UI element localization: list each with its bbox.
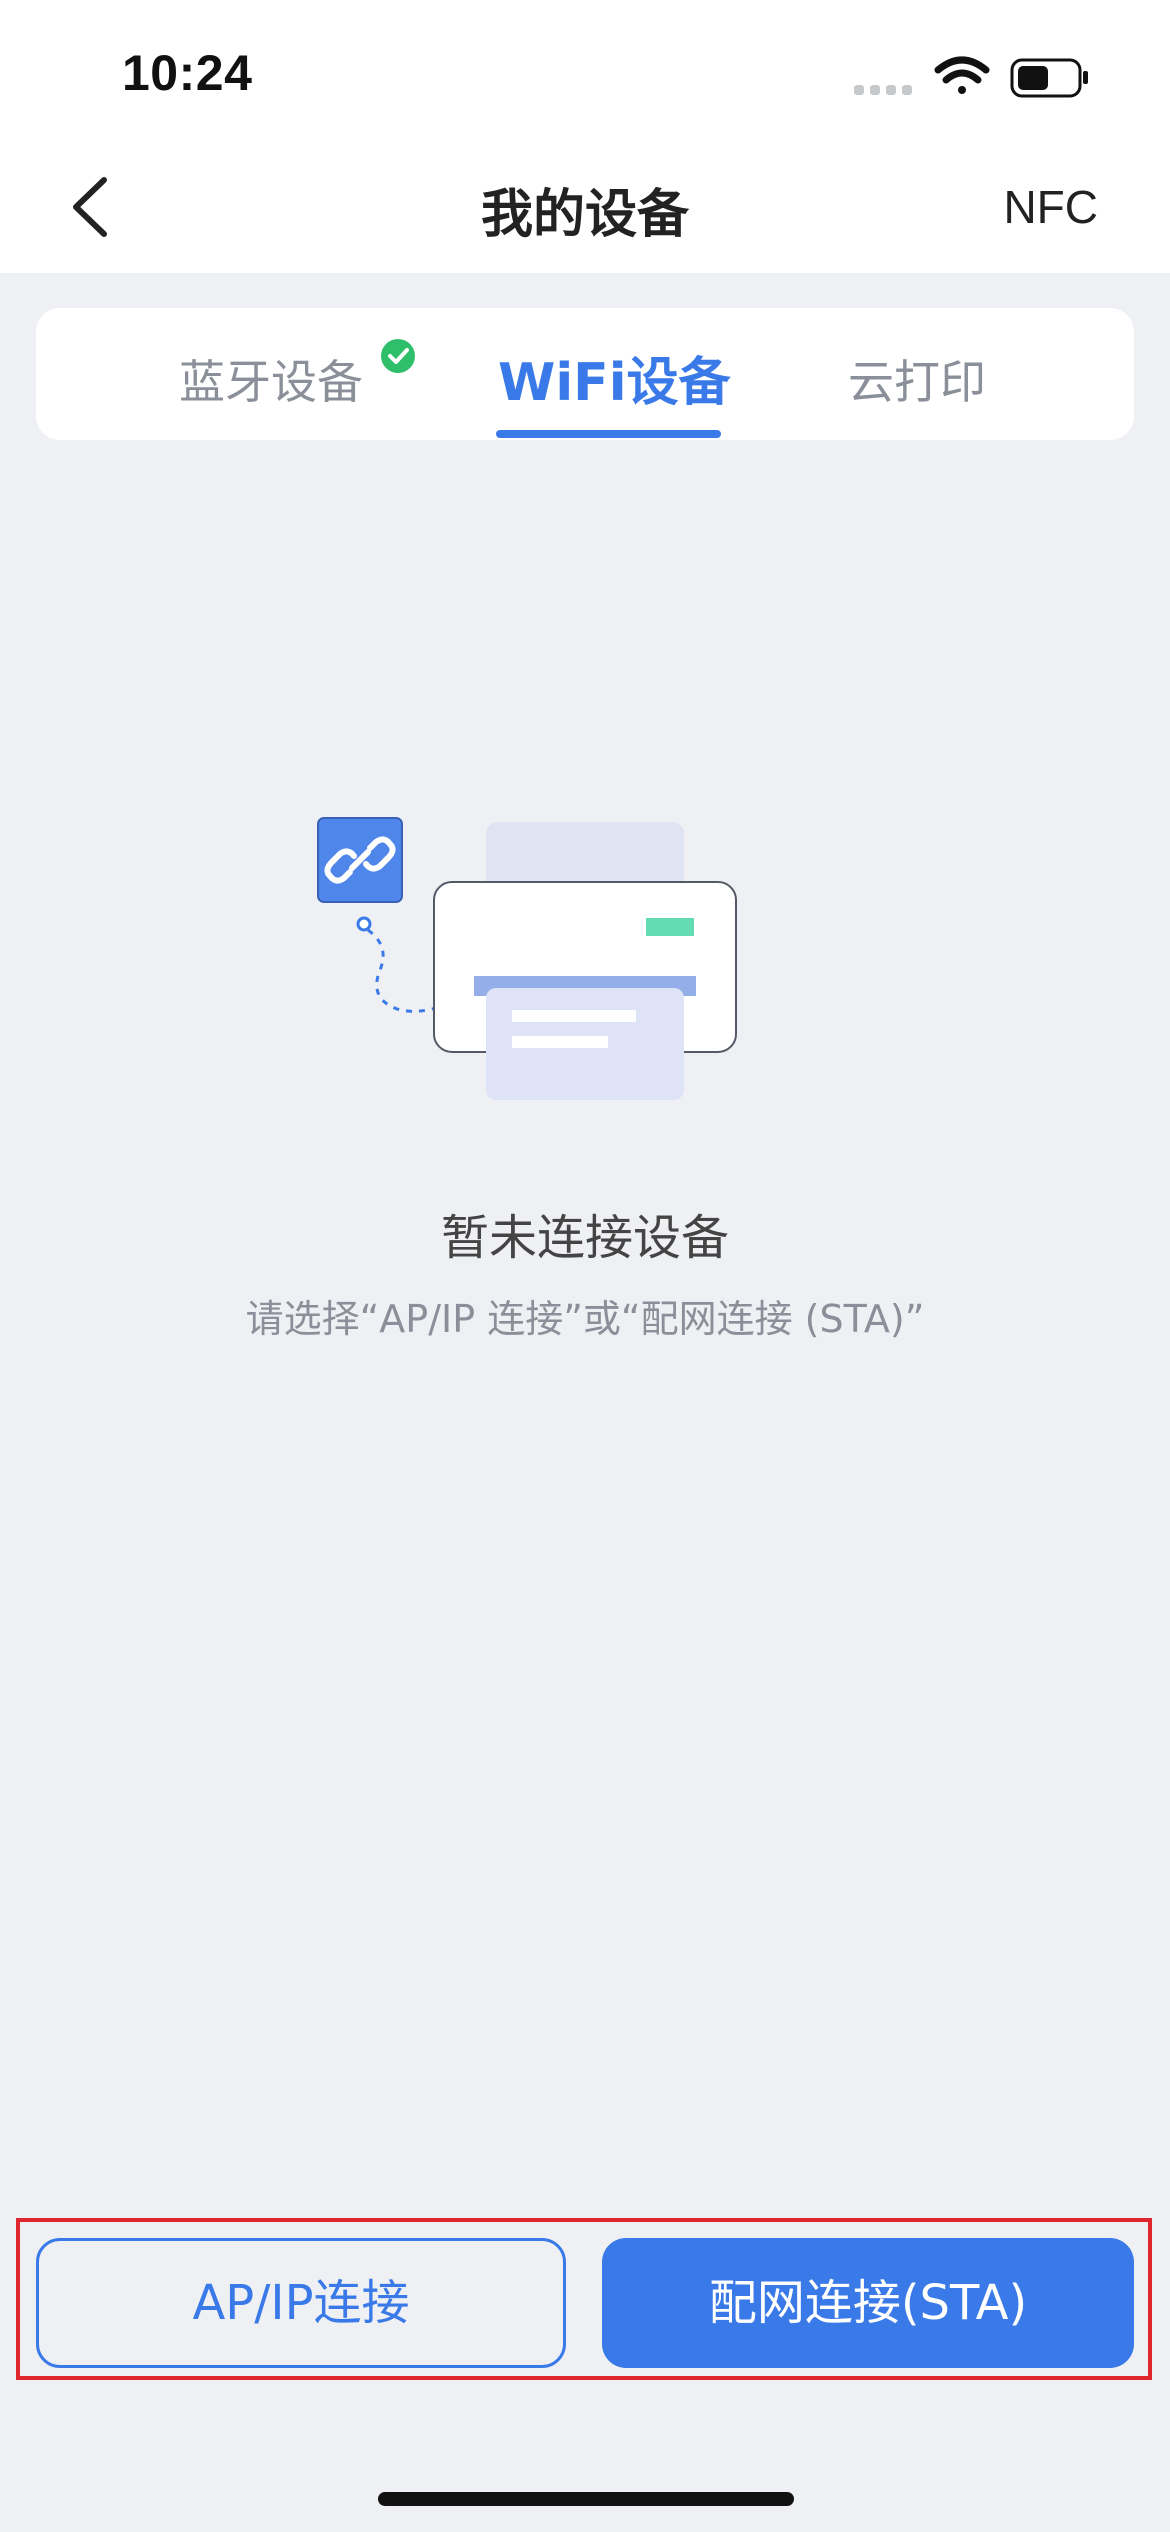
nfc-button[interactable]: NFC	[1003, 180, 1098, 234]
empty-state-hint: 请选择“AP/IP 连接”或“配网连接 (STA)”	[245, 1297, 925, 1341]
connector-line	[367, 928, 443, 1013]
link-icon	[317, 817, 403, 903]
home-indicator	[378, 2492, 794, 2506]
status-icons	[854, 56, 1088, 98]
printer-illustration	[317, 817, 737, 1100]
battery-icon	[1010, 58, 1088, 98]
printer-status-light	[646, 918, 694, 936]
paper-line-2	[512, 1036, 608, 1048]
tab-bluetooth[interactable]: 蓝牙设备	[179, 346, 363, 412]
connector-dot-start	[356, 916, 372, 932]
tab-wifi[interactable]: WiFi设备	[498, 340, 731, 415]
status-time: 10:24	[122, 45, 253, 101]
active-tab-indicator	[496, 430, 721, 438]
signal-icon	[854, 85, 912, 95]
tab-cloud-print[interactable]: 云打印	[848, 346, 986, 412]
paper-line-1	[512, 1010, 636, 1022]
wifi-icon	[934, 56, 990, 94]
device-tabs: 蓝牙设备 WiFi设备 云打印	[36, 308, 1134, 440]
ap-ip-connect-button[interactable]: AP/IP连接	[36, 2238, 566, 2368]
sta-connect-button[interactable]: 配网连接(STA)	[602, 2238, 1134, 2368]
header: 10:24 我的设备 NFC	[0, 0, 1170, 273]
page-title: 我的设备	[480, 185, 689, 245]
check-badge-icon	[381, 339, 415, 373]
empty-state-title: 暂未连接设备	[440, 1210, 729, 1266]
